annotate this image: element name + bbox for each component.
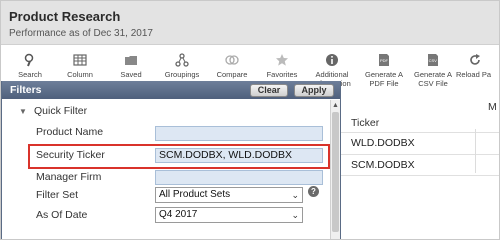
clear-button[interactable]: Clear <box>250 84 288 97</box>
toolbar-favorites-button[interactable]: Favorites <box>255 53 309 79</box>
manager-firm-label: Manager Firm <box>36 171 102 183</box>
filter-set-label: Filter Set <box>36 189 79 201</box>
toolbar-saved-button[interactable]: Saved <box>104 53 158 79</box>
info-icon <box>326 54 338 66</box>
search-icon <box>24 53 34 67</box>
toolbar-csv-label: Generate A <box>414 70 452 79</box>
filter-set-value: All Product Sets <box>159 189 231 200</box>
column-header-ticker[interactable]: Ticker <box>351 117 379 129</box>
ticker-cell: SCM.DODBX <box>351 159 415 171</box>
toolbar-csv-button[interactable]: CSV Generate A CSV File <box>406 53 460 88</box>
as-of-date-select[interactable]: Q4 2017 ⌄ <box>155 207 303 223</box>
chevron-down-icon: ⌄ <box>291 190 299 200</box>
product-name-label: Product Name <box>36 126 104 138</box>
toolbar-groupings-button[interactable]: Groupings <box>155 53 209 79</box>
filters-panel: Filters Clear Apply ▼ Quick Filter Produ… <box>1 81 341 239</box>
toolbar-groupings-label: Groupings <box>164 70 200 79</box>
filters-title: Filters <box>10 84 42 96</box>
compare-icon <box>225 55 239 65</box>
page-subtitle: Performance as of Dec 31, 2017 <box>9 28 153 39</box>
manager-firm-input[interactable] <box>155 170 323 185</box>
quick-filter-heading[interactable]: Quick Filter <box>34 105 87 117</box>
security-ticker-label: Security Ticker <box>36 149 105 161</box>
as-of-date-value: Q4 2017 <box>159 209 198 220</box>
toolbar-compare-button[interactable]: Compare <box>205 53 259 79</box>
filter-set-select[interactable]: All Product Sets ⌄ <box>155 187 303 203</box>
product-name-input[interactable] <box>155 126 323 141</box>
toolbar-additional-label: Additional <box>315 70 349 79</box>
collapse-triangle-icon[interactable]: ▼ <box>19 107 27 116</box>
scroll-up-arrow-icon[interactable]: ▲ <box>332 102 339 109</box>
svg-text:PDF: PDF <box>380 58 389 63</box>
filters-titlebar: Filters Clear Apply <box>2 81 340 99</box>
as-of-date-label: As Of Date <box>36 209 88 221</box>
page-header: Product Research Performance as of Dec 3… <box>1 1 499 45</box>
toolbar-csv-label2: CSV File <box>418 79 448 88</box>
pdf-icon: PDF <box>379 54 389 66</box>
column-divider <box>475 129 476 173</box>
page-title: Product Research <box>9 9 121 24</box>
toolbar-pdf-label: Generate A <box>365 70 403 79</box>
toolbar-saved-label: Saved <box>120 70 142 79</box>
scrollbar-thumb[interactable] <box>332 112 339 232</box>
chevron-down-icon: ⌄ <box>291 210 299 220</box>
toolbar-column-label: Column <box>67 70 93 79</box>
toolbar-pdf-button[interactable]: PDF Generate A PDF File <box>357 53 411 88</box>
groupings-icon <box>175 53 189 67</box>
filters-scrollbar[interactable]: ▲ <box>330 100 340 239</box>
toolbar-reload-label: Reload Pa <box>456 70 492 79</box>
app-window: Product Research Performance as of Dec 3… <box>0 0 500 240</box>
csv-icon: CSV <box>428 54 438 66</box>
apply-button[interactable]: Apply <box>294 84 334 97</box>
toolbar-compare-label: Compare <box>216 70 248 79</box>
toolbar-search-button[interactable]: Search <box>3 53 57 79</box>
help-icon[interactable]: ? <box>308 186 319 197</box>
column-icon <box>73 54 87 66</box>
ticker-cell: WLD.DODBX <box>351 137 415 149</box>
toolbar-column-button[interactable]: Column <box>53 53 107 79</box>
toolbar-search-label: Search <box>18 70 42 79</box>
reload-icon <box>470 54 480 65</box>
toolbar-pdf-label2: PDF File <box>369 79 399 88</box>
toolbar-reload-button[interactable]: Reload Pa <box>456 53 499 79</box>
folder-icon <box>125 56 137 65</box>
toolbar-favorites-label: Favorites <box>266 70 298 79</box>
column-header-m[interactable]: M <box>488 101 497 113</box>
security-ticker-input[interactable]: SCM.DODBX, WLD.DODBX <box>155 148 323 163</box>
svg-text:CSV: CSV <box>429 58 438 63</box>
star-icon <box>276 54 288 66</box>
